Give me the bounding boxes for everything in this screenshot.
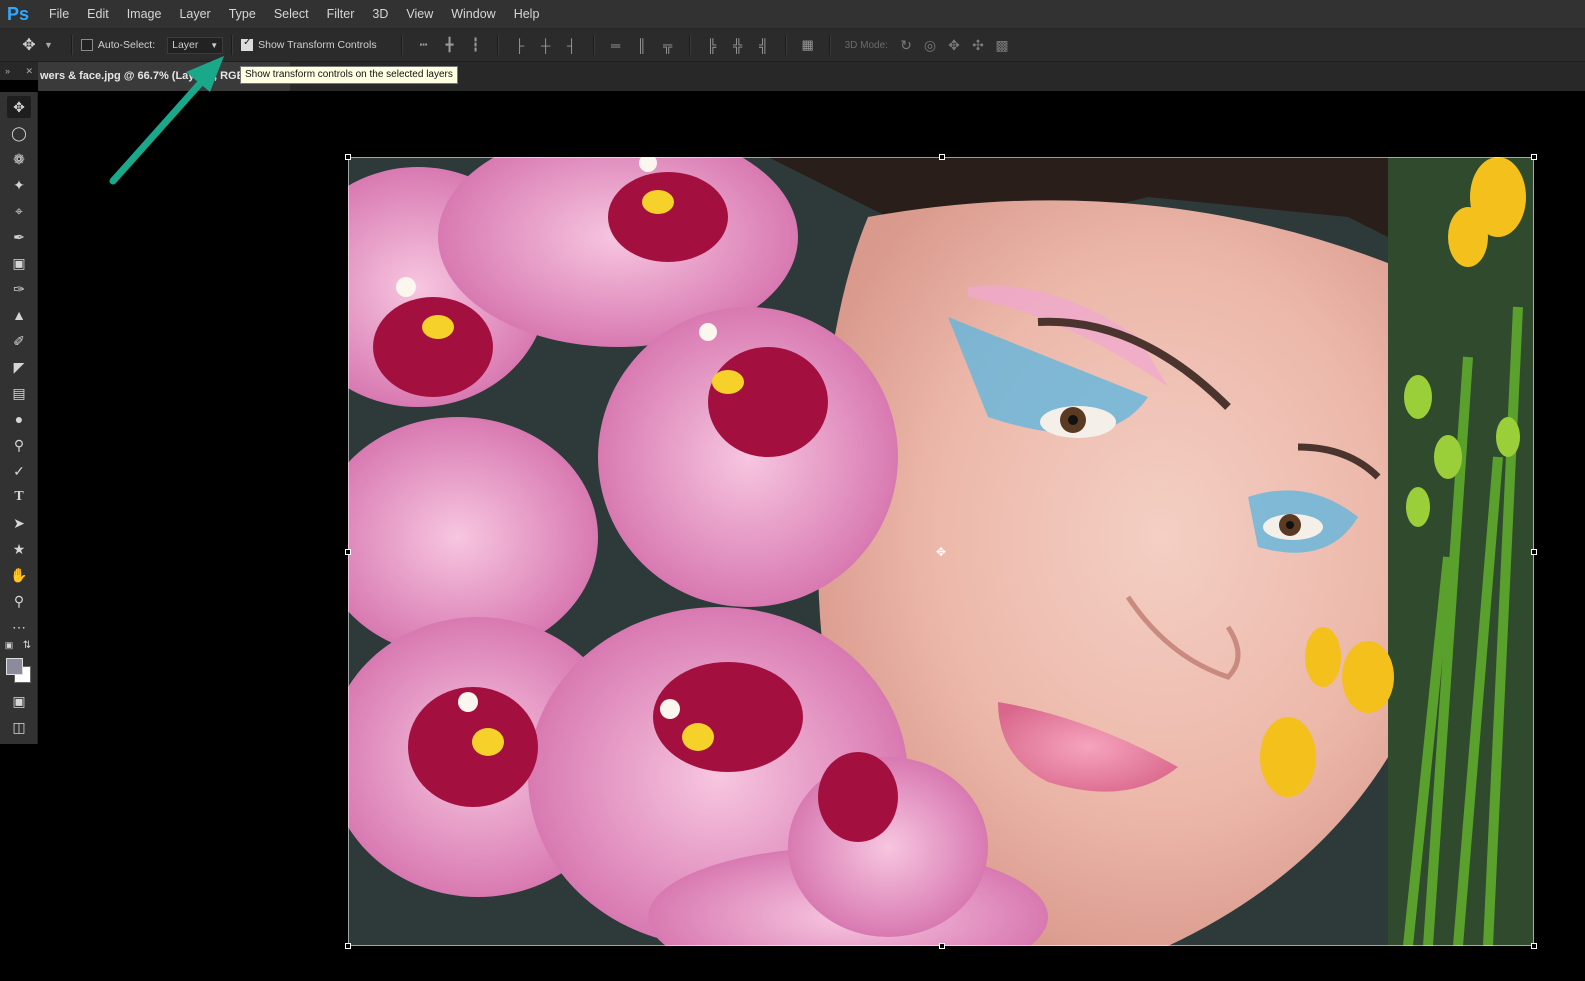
distribute-horizontal-centers-icon[interactable]: ╬ <box>730 37 746 53</box>
distribute-bottom-edges-icon[interactable]: ╦ <box>660 37 676 53</box>
transform-reference-point-icon[interactable]: ✥ <box>936 545 946 559</box>
transform-handle-right[interactable] <box>1531 549 1537 555</box>
auto-select-target-dropdown[interactable]: Layer ▼ <box>167 36 224 54</box>
align-top-edges-icon[interactable]: ┅ <box>416 37 432 53</box>
menu-filter[interactable]: Filter <box>318 0 364 28</box>
divider <box>784 35 787 55</box>
spot-healing-tool-icon[interactable]: ▣ <box>7 252 31 274</box>
transform-handle-top-left[interactable] <box>345 154 351 160</box>
move-tool-icon[interactable]: ✥ <box>7 96 31 118</box>
screen-mode-icon[interactable]: ◫ <box>7 716 31 738</box>
menu-type[interactable]: Type <box>220 0 265 28</box>
slide-3d-icon[interactable]: ✣ <box>969 36 987 54</box>
auto-select-checkbox[interactable] <box>80 39 93 51</box>
menu-bar: Ps File Edit Image Layer Type Select Fil… <box>0 0 1585 29</box>
distribute-left-edges-icon[interactable]: ╠ <box>704 37 720 53</box>
menu-view[interactable]: View <box>397 0 442 28</box>
chevron-down-icon[interactable]: ▼ <box>44 40 53 50</box>
transform-handle-left[interactable] <box>345 549 351 555</box>
path-selection-tool-icon[interactable]: ➤ <box>7 512 31 534</box>
divider <box>70 35 73 55</box>
move-tool-preset-icon[interactable]: ✥ <box>16 32 42 58</box>
default-colors-icon[interactable]: ▣ <box>2 638 16 652</box>
marquee-tool-icon[interactable]: ◯ <box>7 122 31 144</box>
menu-layer[interactable]: Layer <box>170 0 219 28</box>
dodge-tool-icon[interactable]: ⚲ <box>7 434 31 456</box>
hand-tool-icon[interactable]: ✋ <box>7 564 31 586</box>
distribute-vertical-centers-icon[interactable]: ║ <box>634 37 650 53</box>
align-bottom-edges-icon[interactable]: ┇ <box>468 37 484 53</box>
transform-handle-bottom[interactable] <box>939 943 945 949</box>
toolbox: ✥ ◯ ❁ ✦ ⌖ ✒ ▣ ✑ ▲ ✐ ◤ ▤ ● ⚲ ✓ T ➤ ★ ✋ ⚲ … <box>0 92 38 744</box>
scale-3d-icon[interactable]: ▩ <box>993 36 1011 54</box>
divider <box>496 35 499 55</box>
foreground-color-swatch[interactable] <box>6 658 23 675</box>
magic-wand-tool-icon[interactable]: ✦ <box>7 174 31 196</box>
menu-select[interactable]: Select <box>265 0 318 28</box>
transform-handle-bottom-left[interactable] <box>345 943 351 949</box>
show-transform-controls-label: Show Transform Controls <box>258 39 377 51</box>
3d-mode-label: 3D Mode: <box>844 39 888 51</box>
blur-tool-icon[interactable]: ● <box>7 408 31 430</box>
transform-handle-top[interactable] <box>939 154 945 160</box>
divider <box>400 35 403 55</box>
align-right-edges-icon[interactable]: ┤ <box>564 37 580 53</box>
transform-handle-bottom-right[interactable] <box>1531 943 1537 949</box>
distribute-top-edges-icon[interactable]: ═ <box>608 37 624 53</box>
pen-tool-icon[interactable]: ✓ <box>7 460 31 482</box>
tooltip: Show transform controls on the selected … <box>240 66 458 84</box>
photoshop-logo: Ps <box>6 3 30 24</box>
zoom-tool-icon[interactable]: ⚲ <box>7 590 31 612</box>
menu-edit[interactable]: Edit <box>78 0 118 28</box>
menu-file[interactable]: File <box>40 0 78 28</box>
transform-handle-top-right[interactable] <box>1531 154 1537 160</box>
menu-window[interactable]: Window <box>442 0 504 28</box>
show-transform-controls-checkbox[interactable] <box>241 37 254 51</box>
align-left-edges-icon[interactable]: ├ <box>512 37 528 53</box>
eraser-tool-icon[interactable]: ◤ <box>7 356 31 378</box>
swap-colors-icon[interactable]: ⇅ <box>20 638 34 652</box>
shape-tool-icon[interactable]: ★ <box>7 538 31 560</box>
auto-align-layers-icon[interactable]: ▦ <box>800 37 816 53</box>
orbit-3d-icon[interactable]: ↻ <box>897 36 915 54</box>
divider <box>688 35 691 55</box>
type-tool-icon[interactable]: T <box>7 486 31 508</box>
collapse-panel-icon[interactable]: » <box>5 66 10 76</box>
options-bar: ✥ ▼ Auto-Select: Layer ▼ Show Transform … <box>0 29 1585 62</box>
chevron-down-icon: ▼ <box>210 40 219 50</box>
dropdown-value: Layer <box>172 39 199 51</box>
gradient-tool-icon[interactable]: ▤ <box>7 382 31 404</box>
divider <box>592 35 595 55</box>
roll-3d-icon[interactable]: ◎ <box>921 36 939 54</box>
brush-tool-icon[interactable]: ✑ <box>7 278 31 300</box>
quick-mask-icon[interactable]: ▣ <box>7 690 31 712</box>
eyedropper-tool-icon[interactable]: ✒ <box>7 226 31 248</box>
clone-stamp-tool-icon[interactable]: ▲ <box>7 304 31 326</box>
menu-help[interactable]: Help <box>505 0 549 28</box>
drag-3d-icon[interactable]: ✥ <box>945 36 963 54</box>
toolbox-header: » ✕ <box>0 62 38 80</box>
distribute-right-edges-icon[interactable]: ╣ <box>756 37 772 53</box>
close-icon[interactable]: ✕ <box>25 66 33 77</box>
align-horizontal-centers-icon[interactable]: ┼ <box>538 37 554 53</box>
divider <box>231 35 234 55</box>
menu-image[interactable]: Image <box>118 0 171 28</box>
divider <box>828 35 831 55</box>
lasso-tool-icon[interactable]: ❁ <box>7 148 31 170</box>
auto-select-label: Auto-Select: <box>97 39 156 51</box>
menu-3d[interactable]: 3D <box>363 0 397 28</box>
more-tools-icon[interactable]: ⋯ <box>7 616 31 638</box>
crop-tool-icon[interactable]: ⌖ <box>7 200 31 222</box>
history-brush-tool-icon[interactable]: ✐ <box>7 330 31 352</box>
align-vertical-centers-icon[interactable]: ╋ <box>442 37 458 53</box>
